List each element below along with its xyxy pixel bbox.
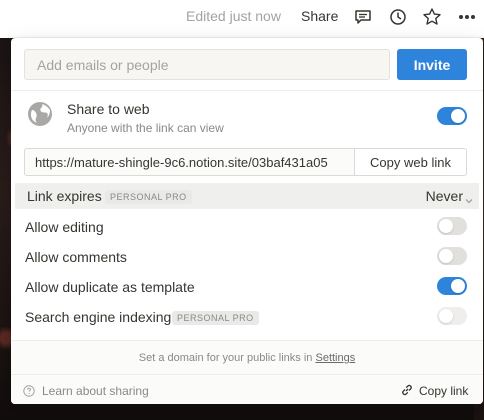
share-popover: Invite Share to web Anyone with the link… <box>11 38 483 404</box>
domain-note-text: Set a domain for your public links in <box>138 352 313 364</box>
toggle-knob <box>439 219 453 233</box>
popover-footer: Learn about sharing Copy link <box>11 374 483 404</box>
allow-comments-toggle[interactable] <box>437 247 467 265</box>
link-expires-value[interactable]: Never <box>426 188 463 204</box>
link-icon[interactable] <box>400 383 414 397</box>
copy-web-link-button[interactable]: Copy web link <box>354 149 466 175</box>
share-to-web-toggle[interactable] <box>437 107 467 125</box>
domain-note: Set a domain for your public links in Se… <box>11 340 483 374</box>
web-link-url[interactable]: https://mature-shingle-9c6.notion.site/0… <box>35 155 355 170</box>
settings-link[interactable]: Settings <box>315 352 355 364</box>
copy-link-button[interactable]: Copy link <box>419 384 468 398</box>
globe-icon <box>27 101 53 127</box>
divider <box>11 90 483 91</box>
chevron-down-icon[interactable] <box>465 192 473 204</box>
allow-editing-label: Allow editing <box>25 219 104 235</box>
personal-pro-badge: PERSONAL PRO <box>105 190 192 204</box>
search-indexing-toggle <box>437 307 467 325</box>
toggle-knob <box>439 249 453 263</box>
invite-button[interactable]: Invite <box>397 49 467 80</box>
allow-duplicate-toggle[interactable] <box>437 277 467 295</box>
invite-row: Invite <box>11 38 483 90</box>
more-icon[interactable] <box>456 6 478 28</box>
allow-comments-label: Allow comments <box>25 249 127 265</box>
edited-status: Edited just now <box>186 8 281 24</box>
help-circle-icon[interactable] <box>23 384 35 397</box>
search-indexing-label: Search engine indexing <box>25 309 172 325</box>
link-expires-label: Link expires <box>27 188 102 204</box>
toggle-knob <box>451 109 465 123</box>
share-to-web-title: Share to web <box>67 101 150 117</box>
share-button[interactable]: Share <box>301 8 338 24</box>
share-to-web-subtitle: Anyone with the link can view <box>67 121 224 135</box>
link-expires-row[interactable]: Link expires PERSONAL PRO Never <box>15 183 479 209</box>
allow-duplicate-label: Allow duplicate as template <box>25 279 195 295</box>
allow-editing-toggle[interactable] <box>437 217 467 235</box>
toggle-knob <box>439 309 453 323</box>
comment-icon[interactable] <box>352 6 374 28</box>
page-topbar: Edited just now Share <box>0 0 484 34</box>
personal-pro-badge: PERSONAL PRO <box>172 311 259 325</box>
star-icon[interactable] <box>421 6 443 28</box>
history-icon[interactable] <box>387 6 409 28</box>
learn-about-sharing-link[interactable]: Learn about sharing <box>42 384 149 398</box>
web-link-field[interactable]: https://mature-shingle-9c6.notion.site/0… <box>24 148 467 176</box>
email-input[interactable] <box>24 49 390 80</box>
toggle-knob <box>451 279 465 293</box>
